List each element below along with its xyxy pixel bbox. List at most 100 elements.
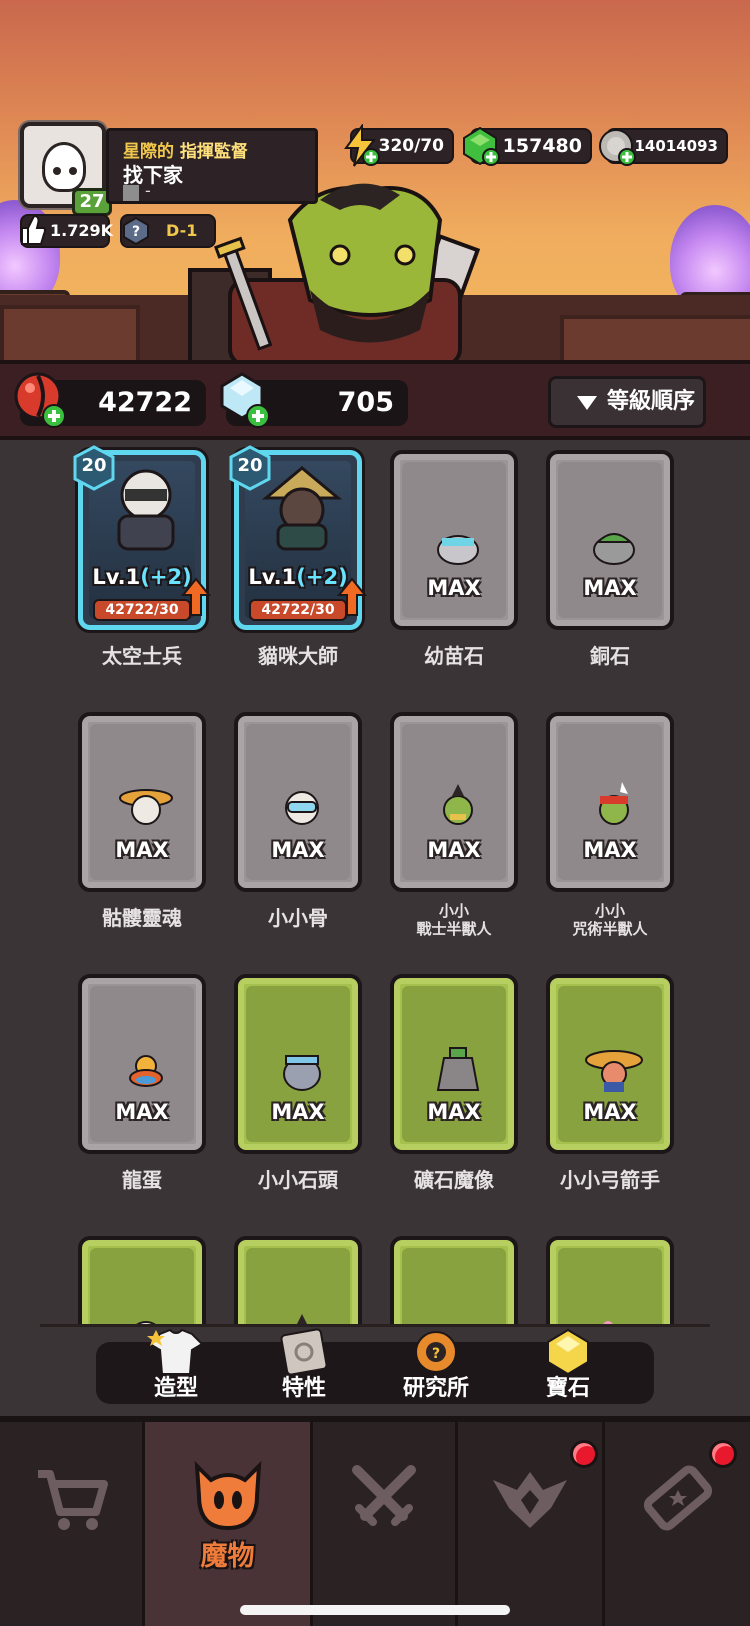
monster-card[interactable]: MAX: [78, 712, 206, 892]
max-label: MAX: [583, 838, 637, 862]
monster-name-line2: 咒術半獸人: [572, 920, 648, 938]
monster-name: 小小骨: [268, 906, 328, 930]
monster-name: 龍蛋: [122, 1168, 162, 1192]
app-root: 27 星際的 指揮監督 找下家 - 1.729K D-1 ? 320/70 15…: [0, 0, 750, 1626]
upgrade-arrow-icon[interactable]: [337, 577, 367, 617]
likes-value: 1.729K: [50, 221, 114, 240]
crate: [0, 305, 140, 365]
orc-monster-icon: [296, 1314, 308, 1325]
tab-monsters[interactable]: 魔物: [145, 1422, 313, 1626]
energy-value: 320/70: [378, 136, 444, 156]
monster-cell[interactable]: MAX 龍蛋: [78, 974, 206, 1193]
coin-value: 14014093: [634, 137, 719, 155]
monster-card[interactable]: MAX: [390, 974, 518, 1154]
monster-card[interactable]: [546, 1236, 674, 1325]
lab-icon: ?: [415, 1331, 457, 1373]
monster-cell[interactable]: MAX 小小 戰士半獸人: [390, 712, 518, 938]
monster-cell[interactable]: MAX 小小石頭: [234, 974, 362, 1193]
monster-cell[interactable]: 20 Lv.1(+2) 42722/30 太空士兵: [73, 445, 211, 669]
home-indicator[interactable]: [240, 1605, 510, 1615]
monster-card[interactable]: MAX: [390, 450, 518, 630]
monster-cell[interactable]: [234, 1236, 362, 1325]
monster-name: 太空士兵: [102, 644, 182, 668]
monster-cell[interactable]: MAX 小小 咒術半獸人: [546, 712, 674, 938]
monster-cell[interactable]: MAX 幼苗石: [390, 450, 518, 669]
crystal-plus-button[interactable]: [246, 404, 270, 428]
hero-badge-number: 20: [81, 455, 107, 476]
monster-card[interactable]: [234, 1236, 362, 1325]
subnav-lab[interactable]: ? 研究所: [376, 1331, 496, 1404]
upgrade-arrow-icon[interactable]: [181, 577, 211, 617]
tab-shop[interactable]: [0, 1422, 145, 1626]
tab-pass[interactable]: [605, 1422, 750, 1626]
notification-dot: [570, 1440, 598, 1468]
monster-card[interactable]: MAX: [234, 974, 362, 1154]
gem-plus-button[interactable]: [482, 148, 500, 166]
monster-card[interactable]: 20 Lv.1(+2) 42722/30: [73, 445, 211, 630]
title-suffix: 指揮監督: [179, 142, 248, 162]
avatar-face: [42, 142, 86, 192]
player-name-box[interactable]: 星際的 指揮監督 找下家 -: [106, 128, 318, 204]
monster-card[interactable]: 20 Lv.1(+2) 42722/30: [229, 445, 367, 630]
monster-cell[interactable]: MAX 銅石: [546, 450, 674, 669]
gem-icon: [547, 1328, 589, 1376]
sort-label: 等級順序: [607, 389, 696, 414]
monster-card[interactable]: [78, 1236, 206, 1325]
svg-text:?: ?: [132, 224, 140, 240]
crate: [560, 315, 750, 365]
monster-icon: [194, 1460, 261, 1531]
tab-battle[interactable]: [313, 1422, 458, 1626]
monster-name: 銅石: [590, 644, 630, 668]
energy-plus-button[interactable]: [362, 148, 380, 166]
monster-cell[interactable]: 20 Lv.1(+2) 42722/30 貓咪大師: [229, 445, 367, 669]
monster-cell[interactable]: [546, 1236, 674, 1325]
hero-level-text: Lv.1: [92, 565, 141, 589]
copper-stone-icon: [593, 533, 635, 565]
tab-ranking[interactable]: [458, 1422, 605, 1626]
subnav-costume[interactable]: 造型: [116, 1328, 236, 1404]
monster-card[interactable]: MAX: [546, 974, 674, 1154]
subnav-traits[interactable]: 特性: [244, 1328, 364, 1404]
player-name: 找下家: [123, 163, 183, 187]
red-orb-value: 42722: [98, 387, 192, 418]
guild-flag-icon: [123, 185, 139, 201]
coin-plus-button[interactable]: [618, 148, 636, 166]
monster-cell[interactable]: MAX 礦石魔像: [390, 974, 518, 1193]
subnav-gems[interactable]: 寶石: [508, 1328, 628, 1404]
monster-card[interactable]: [390, 1236, 518, 1325]
little-archer-icon: [585, 1050, 643, 1092]
monster-name: 貓咪大師: [258, 644, 338, 668]
monster-cell[interactable]: MAX 骷髏靈魂: [78, 712, 206, 931]
svg-text:?: ?: [432, 1346, 440, 1362]
flower-monster-icon: [603, 1321, 613, 1325]
monster-name: 小小石頭: [258, 1168, 338, 1192]
dragon-egg-icon: [129, 1055, 163, 1087]
subnav-label: 造型: [153, 1376, 198, 1401]
monster-card[interactable]: MAX: [546, 450, 674, 630]
monster-card[interactable]: MAX: [390, 712, 518, 892]
subnav-label: 研究所: [402, 1376, 469, 1401]
monster-card[interactable]: MAX: [234, 712, 362, 892]
subnav-label: 寶石: [545, 1376, 590, 1401]
goggles-monster-icon: [135, 1321, 157, 1325]
monster-cell[interactable]: [390, 1236, 518, 1325]
monster-cell[interactable]: MAX 小小弓箭手: [546, 974, 674, 1193]
sub-navigation: 造型 特性 ? 研究所 寶石: [96, 1328, 654, 1404]
avatar-eye: [53, 167, 61, 175]
tab-label: 魔物: [200, 1541, 255, 1572]
hero-progress-bar: 42722/30: [93, 599, 191, 621]
max-label: MAX: [271, 1100, 325, 1124]
divider: [40, 1324, 710, 1327]
monster-card[interactable]: MAX: [78, 974, 206, 1154]
monster-card[interactable]: MAX: [546, 712, 674, 892]
crystal-value: 705: [337, 387, 394, 418]
monster-name: 骷髏靈魂: [102, 906, 182, 930]
red-orb-plus-button[interactable]: [42, 404, 66, 428]
gem-value: 157480: [502, 135, 582, 157]
max-label: MAX: [271, 838, 325, 862]
monster-cell[interactable]: MAX 小小骨: [234, 712, 362, 931]
avatar-eye: [69, 167, 77, 175]
sort-button[interactable]: 等級順序: [548, 376, 706, 428]
monster-cell[interactable]: [78, 1236, 206, 1325]
bottom-tab-bar: 魔物: [0, 1416, 750, 1626]
